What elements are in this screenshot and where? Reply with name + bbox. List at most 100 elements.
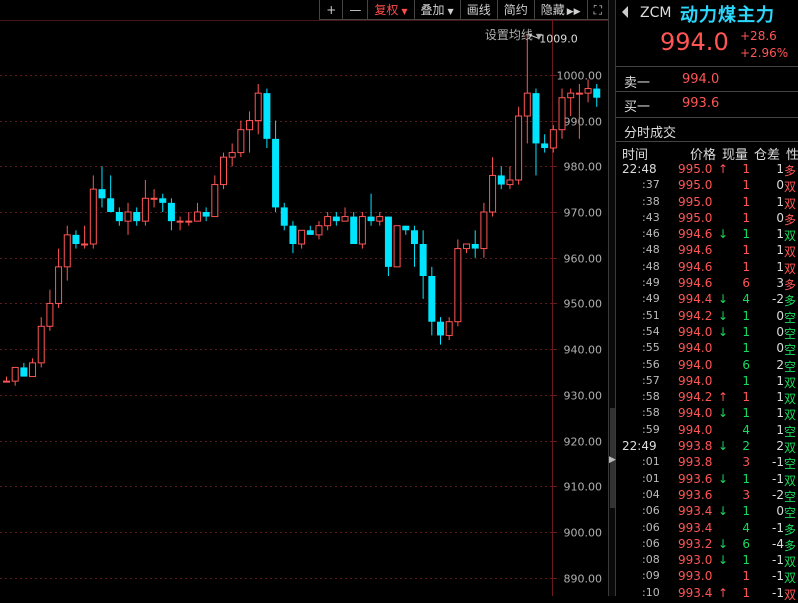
candle-body-down [410,230,418,244]
tick-volume: 6 [742,276,750,291]
tick-time: :49 [642,292,660,306]
double-arrow-right-icon: ▶▶ [566,7,581,17]
tick-volume: 4 [742,520,750,535]
tick-volume: 1 [742,553,750,568]
buy1-price: 993.6 [682,96,720,111]
candle-body-up [341,216,349,222]
candle-body-down [332,216,340,222]
ma-setting-label: 设置均线 [484,28,533,42]
arrow-down-icon: ↓ [718,553,729,568]
candle-body-up [523,92,531,117]
candle-body-up [29,362,37,378]
change-value: +28.6 [740,29,777,43]
candle-body-down [263,93,271,139]
collapse-arrow-icon[interactable]: ▶ [609,455,616,465]
tick-price: 994.6 [678,259,713,274]
tick-time: :06 [642,504,660,518]
ticks-header: 时间 价格 现量 仓差 性 [620,144,798,163]
back-arrow-icon[interactable] [622,6,628,18]
adjust-label: 复权 [374,3,399,17]
tick-volume: 1 [742,194,750,209]
tick-volume: 1 [742,162,750,176]
change-block: +28.6 +2.96% [740,28,788,62]
chevron-down-icon: ▼ [401,7,408,16]
arrow-down-icon: ↓ [718,324,729,339]
candlestick-chart[interactable]: 890.00 900.00 910.00 920.00 930.00 940.00 950.… [0,0,608,596]
tick-time: :58 [642,390,660,404]
hide-button[interactable]: 隐藏 ▶▶ [533,0,587,20]
tick-oi-change: 2 [776,439,784,454]
tick-volume: 1 [742,406,750,421]
zoom-out-button[interactable]: — [342,0,368,20]
candle-body-down [20,367,28,377]
tick-volume: 3 [742,455,750,470]
tick-oi-change: -1 [772,553,784,568]
candle-body-up [193,211,201,222]
tick-price: 994.0 [678,341,713,356]
tick-oi-change: 1 [776,227,784,242]
candle-body-up [55,266,63,304]
y-tick-label: 970.00 [564,207,603,220]
sell1-price: 994.0 [682,72,720,87]
tick-oi-change: 0 [776,341,784,356]
tick-list[interactable]: 22:48 995.0 ↑ 1 1 多:37 995.0 1 0 双:38 995.0 1 1 双:43 9… [616,161,798,602]
candle-body-up [141,197,149,222]
simple-mode-button[interactable]: 简约 [496,0,534,20]
tick-row: :43 995.0 1 0 多 [616,210,798,227]
candle-body-up [515,115,523,181]
tick-volume: 6 [742,357,750,372]
tick-oi-change: 3 [776,276,784,291]
candle-body-up [211,184,219,218]
y-tick-label: 890.00 [564,573,603,586]
tick-oi-change: 0 [776,210,784,225]
draw-line-button[interactable]: 画线 [459,0,497,20]
tick-volume: 4 [742,292,750,307]
expand-button[interactable]: ⛶ [586,0,608,20]
tick-time: :49 [642,276,660,290]
divider [616,91,798,92]
candle-body-up [358,216,366,245]
candle-body-down [428,276,436,322]
tick-price: 994.0 [678,373,713,388]
candle-body-down [532,93,540,144]
candle-body-up [150,197,158,200]
tick-oi-change: 0 [776,308,784,323]
candle-body-down [72,234,80,244]
candle-body-down [289,225,297,244]
candle-body-down [419,244,427,276]
tick-row: :46 994.6 ↓ 1 1 双 [616,226,798,243]
tick-time: :48 [642,243,660,257]
candle-body-up [567,92,575,99]
candle-body-down [541,143,549,148]
tick-volume: 1 [742,569,750,584]
tick-row: :06 993.4 4 -1 多 [616,520,798,537]
candle-body-down [437,321,444,336]
arrow-up-icon: ↑ [718,390,729,405]
tick-time: :43 [642,210,660,224]
chart-panel[interactable]: 890.00 900.00 910.00 920.00 930.00 940.00 950.… [0,0,608,596]
ma-setting-dropdown[interactable]: 设置均线 ▼ [485,26,542,43]
panel-splitter[interactable]: ▶ [608,0,616,596]
candle-body-down [98,189,106,199]
tick-time: :48 [642,259,660,273]
overlay-dropdown[interactable]: 叠加 ▼ [413,0,460,20]
tick-volume: 1 [742,227,750,242]
ticks-title: 分时成交 [624,126,677,141]
tick-volume: 1 [742,178,750,193]
candle-body-up [220,156,227,186]
tick-time: :56 [642,357,660,371]
adjust-dropdown[interactable]: 复权 ▼ [367,0,414,20]
tick-row: :48 994.6 1 1 双 [616,242,798,259]
tick-row: :01 993.8 3 -1 空 [616,454,798,471]
quote-panel: ZCM 动力煤主力 994.0 +28.6 +2.96% 卖一 994.0 买一… [616,0,798,602]
zoom-in-button[interactable]: + [319,0,343,20]
tick-row: :06 993.2 ↓ 6 -4 多 [616,536,798,553]
candle-body-up [584,88,592,94]
candle-body-down [402,225,410,231]
tick-price: 994.6 [678,243,713,258]
tick-row: :49 994.6 6 3 多 [616,275,798,292]
candle-body-up [246,120,254,131]
candle-body-down [202,212,210,217]
tick-time: :59 [642,422,660,436]
tick-volume: 3 [742,487,750,502]
